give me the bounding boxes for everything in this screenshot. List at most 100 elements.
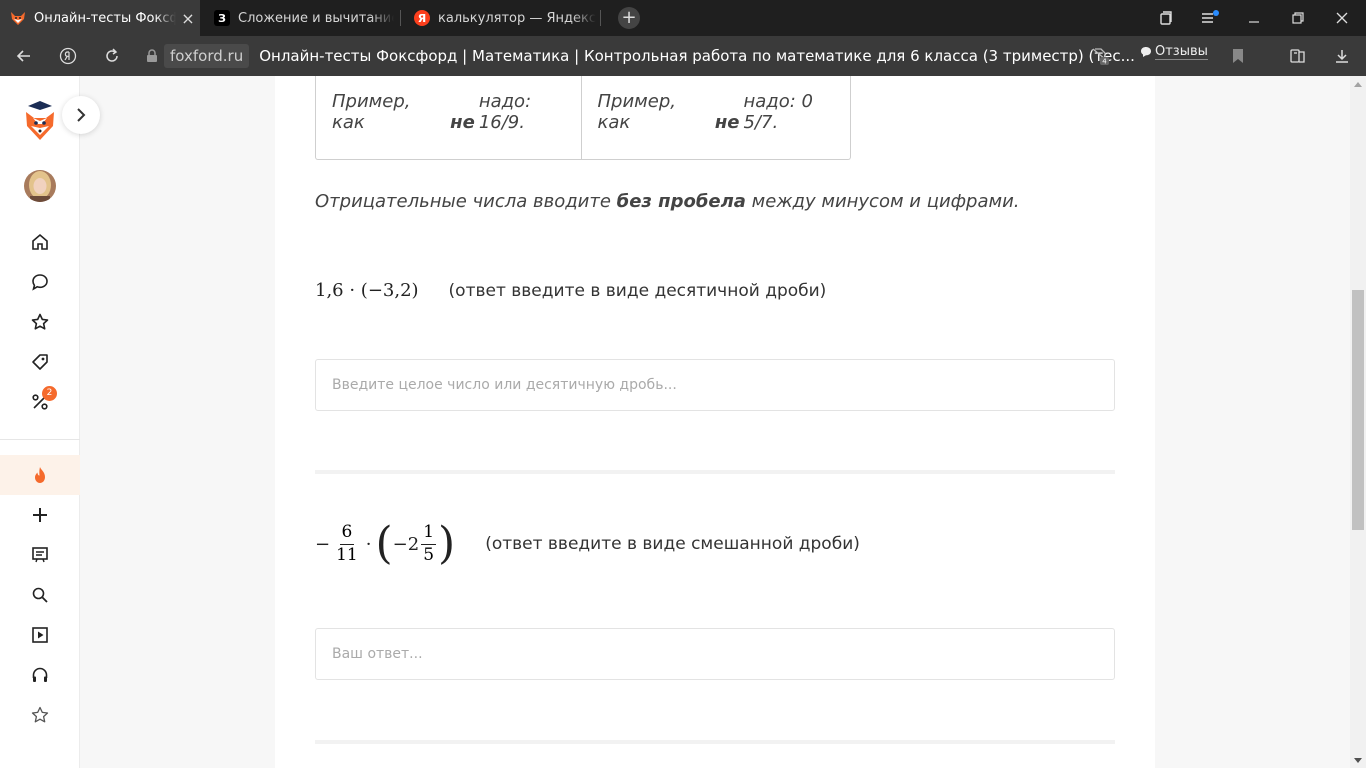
- collections-icon[interactable]: [1286, 44, 1310, 68]
- question-2-hint: (ответ введите в виде смешанной дроби): [485, 534, 860, 554]
- question-2: − 6 11 · ( −2 1 5 ) (ответ введите в вид…: [315, 522, 860, 566]
- tab-separator: [400, 10, 401, 26]
- sidebar-item-promo[interactable]: [0, 342, 80, 382]
- star-icon: [31, 313, 49, 330]
- search-icon: [32, 587, 48, 603]
- url-field[interactable]: foxford.ru Онлайн-тесты Фоксфорд | Матем…: [140, 42, 1135, 70]
- scroll-down-icon[interactable]: [1350, 752, 1366, 768]
- tab-foxford[interactable]: Онлайн-тесты Фоксфорд ×: [0, 0, 200, 36]
- tab-manager-icon[interactable]: [1144, 0, 1188, 36]
- plus-icon: [33, 508, 47, 522]
- fraction-numerator: 6: [339, 523, 355, 545]
- sidebar-item-chat[interactable]: [0, 262, 80, 302]
- star-outline-icon: [31, 706, 49, 723]
- note-text: Отрицательные числа вводите: [315, 191, 617, 212]
- close-window-icon[interactable]: [1320, 0, 1364, 36]
- sidebar-item-streak[interactable]: [0, 455, 80, 495]
- page-scrollbar[interactable]: [1350, 76, 1366, 768]
- yandex-logo-icon[interactable]: [56, 44, 80, 68]
- lock-icon[interactable]: [140, 42, 164, 70]
- tab-separator: [600, 10, 601, 26]
- z-favicon-icon: З: [214, 10, 230, 26]
- tab-calculator[interactable]: Я калькулятор — Яндекс: на: [404, 0, 596, 36]
- url-domain: foxford.ru: [164, 44, 250, 68]
- test-content: Пример, как не надо: 16/9. Пример, как н…: [275, 76, 1155, 768]
- sidebar-item-search[interactable]: [0, 575, 80, 615]
- question-1-expression: 1,6 · (−3,2): [315, 280, 419, 301]
- example-prefix: Пример, как: [332, 91, 411, 133]
- download-icon[interactable]: [1330, 44, 1354, 68]
- example-suffix: надо: 0 5/7.: [743, 91, 813, 133]
- sidebar-item-lessons[interactable]: [0, 535, 80, 575]
- tab-addition-subtraction[interactable]: З Сложение и вычитание р: [204, 0, 394, 36]
- restore-icon[interactable]: [1276, 0, 1320, 36]
- fraction-denominator: 11: [336, 544, 358, 565]
- address-bar: foxford.ru Онлайн-тесты Фоксфорд | Матем…: [0, 36, 1366, 76]
- chevron-right-icon: [77, 108, 86, 122]
- sidebar-item-audio[interactable]: [0, 655, 80, 695]
- question-1-answer-input[interactable]: [315, 359, 1115, 411]
- sidebar-item-add[interactable]: [0, 495, 80, 535]
- sidebar-item-rating[interactable]: [0, 695, 80, 735]
- minimize-icon[interactable]: [1232, 0, 1276, 36]
- sidebar-divider: [0, 439, 80, 440]
- presentation-icon: [32, 547, 48, 563]
- note-bold: без пробела: [616, 191, 746, 212]
- example-suffix: надо: 16/9.: [478, 91, 532, 133]
- note-text: между минусом и цифрами.: [745, 191, 1020, 212]
- example-cell-mixed: Пример, как не надо: 0 5/7.: [580, 76, 851, 159]
- extensions-icon[interactable]: 4: [1088, 44, 1112, 68]
- sidebar-collapse-button[interactable]: [62, 96, 100, 134]
- home-icon: [32, 233, 48, 250]
- url-page-title: Онлайн-тесты Фоксфорд | Математика | Кон…: [259, 47, 1135, 65]
- example-cell-fraction: Пример, как не надо: 16/9.: [316, 76, 581, 159]
- new-tab-button[interactable]: +: [618, 7, 640, 29]
- question-1: 1,6 · (−3,2) (ответ введите в виде десят…: [315, 280, 826, 301]
- left-paren: (: [375, 518, 393, 569]
- fraction-numerator: 1: [421, 523, 437, 545]
- back-icon[interactable]: [12, 44, 36, 68]
- examples-table: Пример, как не надо: 16/9. Пример, как н…: [315, 76, 851, 160]
- fire-icon: [35, 467, 45, 483]
- example-bold: не: [714, 112, 740, 133]
- question-2-whole: −2: [392, 533, 420, 555]
- negative-numbers-note: Отрицательные числа вводите без пробела …: [315, 191, 1020, 212]
- fox-logo-icon: [26, 101, 54, 140]
- notification-badge: 2: [42, 386, 57, 401]
- browser-tab-bar: Онлайн-тесты Фоксфорд × З Сложение и выч…: [0, 0, 1366, 36]
- question-1-hint: (ответ введите в виде десятичной дроби): [448, 280, 827, 301]
- reviews-label: Отзывы: [1155, 44, 1208, 60]
- sidebar-item-discounts[interactable]: [0, 382, 80, 422]
- question-2-fraction-1: 6 11: [334, 523, 360, 565]
- tag-icon: [32, 354, 48, 370]
- tab-title: калькулятор — Яндекс: на: [438, 10, 596, 26]
- scroll-thumb[interactable]: [1352, 290, 1364, 530]
- reviews-button[interactable]: Отзывы: [1140, 44, 1208, 60]
- close-tab-icon[interactable]: ×: [176, 9, 200, 28]
- question-2-fraction-2: 1 5: [421, 523, 437, 565]
- question-separator: [315, 470, 1115, 474]
- tab-title: Сложение и вычитание р: [238, 10, 394, 26]
- question-2-dot: ·: [365, 533, 372, 555]
- tab-title: Онлайн-тесты Фоксфорд: [34, 10, 176, 26]
- question-2-answer-input[interactable]: [315, 628, 1115, 680]
- sidebar-item-home[interactable]: [0, 222, 80, 262]
- reload-icon[interactable]: [100, 44, 124, 68]
- menu-icon[interactable]: [1188, 0, 1232, 36]
- fox-favicon-icon: [10, 10, 26, 26]
- speech-bubble-icon: [1141, 47, 1151, 57]
- yandex-favicon-icon: Я: [414, 10, 430, 26]
- svg-text:4: 4: [1102, 58, 1107, 66]
- question-separator: [315, 740, 1115, 744]
- sidebar-item-favorites[interactable]: [0, 302, 80, 342]
- right-paren: ): [438, 518, 456, 569]
- video-icon: [32, 627, 48, 643]
- avatar: [24, 170, 56, 202]
- headphones-icon: [32, 667, 48, 682]
- scroll-up-icon[interactable]: [1350, 76, 1366, 92]
- fraction-denominator: 5: [423, 544, 435, 565]
- user-avatar[interactable]: [0, 166, 80, 206]
- chat-icon: [32, 274, 48, 291]
- sidebar-item-video[interactable]: [0, 615, 80, 655]
- bookmark-icon[interactable]: [1226, 44, 1250, 68]
